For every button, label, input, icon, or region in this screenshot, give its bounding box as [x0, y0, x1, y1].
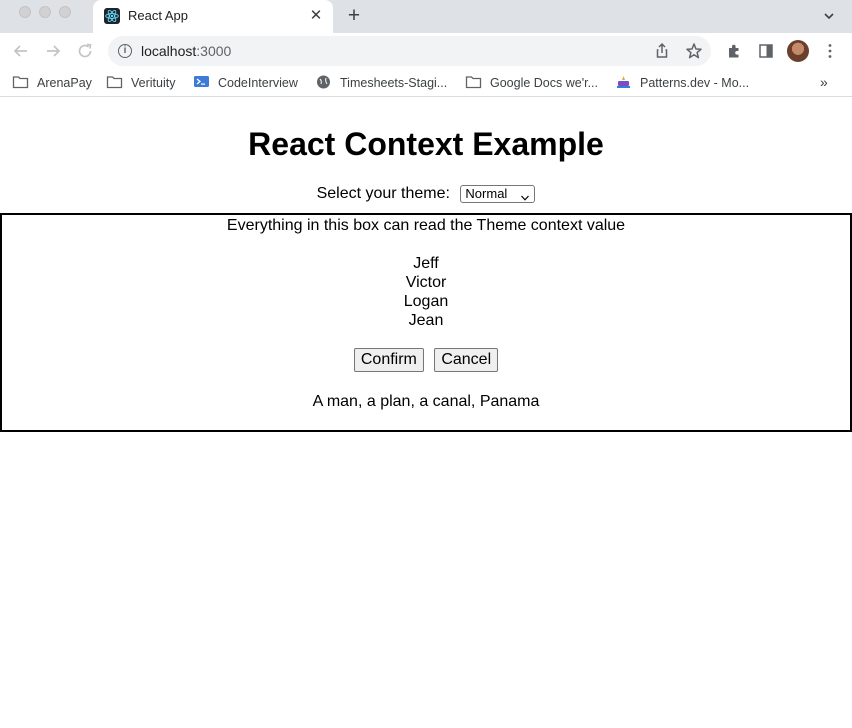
tab-title: React App — [128, 8, 188, 23]
tab-strip: React App ✕ + — [0, 0, 852, 33]
close-window-button[interactable] — [19, 6, 31, 18]
tab-list-icon[interactable] — [819, 6, 839, 26]
patterns-icon — [615, 74, 632, 90]
chevron-down-icon — [521, 190, 530, 201]
name-item: Logan — [403, 293, 449, 310]
react-logo-icon — [104, 8, 120, 24]
extensions-icon[interactable] — [723, 40, 745, 62]
more-icon[interactable] — [819, 40, 841, 62]
new-tab-button[interactable]: + — [343, 4, 365, 28]
name-list: Jeff Victor Logan Jean — [2, 254, 850, 330]
info-icon[interactable]: i — [118, 44, 132, 58]
folder-icon — [465, 74, 482, 90]
button-row: Confirm Cancel — [2, 348, 850, 372]
bookmark-codeinterview[interactable]: CodeInterview — [218, 75, 298, 91]
page-content: React Context Example Select your theme:… — [0, 98, 852, 728]
bookmarks-overflow-icon[interactable]: » — [820, 74, 828, 90]
theme-label: Select your theme: — [316, 185, 450, 202]
confirm-button[interactable]: Confirm — [353, 348, 424, 372]
side-panel-icon[interactable] — [755, 40, 777, 62]
url-port: :3000 — [196, 43, 232, 59]
profile-avatar[interactable] — [787, 40, 809, 62]
tab-close-icon[interactable]: ✕ — [308, 7, 324, 25]
page-title: React Context Example — [248, 126, 604, 162]
name-item: Victor — [405, 274, 447, 291]
theme-selector-row: Select your theme: Normal — [0, 184, 852, 204]
name-item: Jean — [408, 312, 444, 329]
context-description: Everything in this box can read the Them… — [226, 217, 626, 234]
globe-icon — [315, 74, 332, 90]
bookmark-patterns[interactable]: Patterns.dev - Mo... — [640, 75, 749, 91]
active-tab[interactable]: React App ✕ — [93, 0, 333, 33]
address-bar[interactable]: i localhost:3000 — [108, 36, 711, 66]
bookmark-timesheets[interactable]: Timesheets-Stagi... — [340, 75, 447, 91]
url-text[interactable]: localhost:3000 — [141, 43, 231, 59]
bookmark-arenapay[interactable]: ArenaPay — [37, 75, 92, 91]
back-icon[interactable] — [10, 40, 32, 62]
palindrome-text: A man, a plan, a canal, Panama — [312, 393, 540, 410]
bookmark-verituity[interactable]: Verituity — [131, 75, 175, 91]
folder-icon — [12, 74, 29, 90]
url-host: localhost — [141, 43, 197, 59]
share-icon[interactable] — [651, 40, 673, 62]
theme-context-box: Everything in this box can read the Them… — [0, 213, 852, 432]
bookmark-google-docs[interactable]: Google Docs we'r... — [490, 75, 598, 91]
browser-toolbar: i localhost:3000 — [0, 33, 852, 69]
cancel-button[interactable]: Cancel — [434, 348, 499, 372]
minimize-window-button[interactable] — [39, 6, 51, 18]
star-icon[interactable] — [683, 40, 705, 62]
forward-icon[interactable] — [42, 40, 64, 62]
maximize-window-button[interactable] — [59, 6, 71, 18]
theme-select-value: Normal — [465, 186, 508, 201]
reload-icon[interactable] — [74, 40, 96, 62]
terminal-icon — [193, 74, 210, 90]
bookmarks-bar: ArenaPay Verituity CodeInterview Timeshe… — [0, 69, 852, 97]
name-item: Jeff — [413, 255, 439, 272]
theme-select[interactable]: Normal — [460, 185, 536, 203]
folder-icon — [106, 74, 123, 90]
